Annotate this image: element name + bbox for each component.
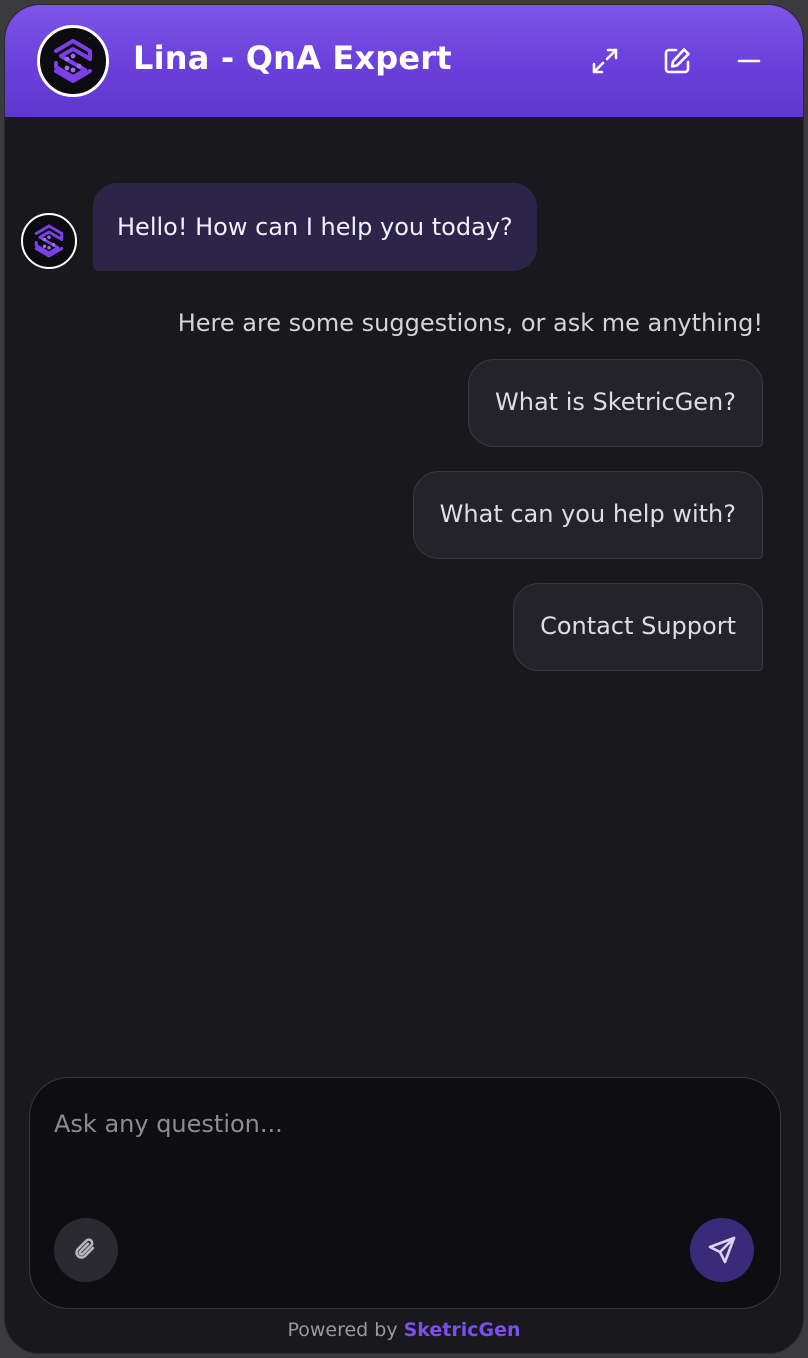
send-icon xyxy=(708,1236,736,1264)
message-input[interactable] xyxy=(54,1104,744,1144)
powered-by-label: Powered by xyxy=(287,1319,398,1341)
suggestion-what-is-sketricgen[interactable]: What is SketricGen? xyxy=(468,359,763,447)
edit-icon xyxy=(664,48,690,74)
powered-by-footer: Powered by SketricGen xyxy=(5,1319,803,1341)
paperclip-icon xyxy=(75,1238,95,1259)
chat-header: Lina - QnA Expert xyxy=(5,5,803,117)
minimize-icon xyxy=(737,59,761,63)
send-button[interactable] xyxy=(690,1218,754,1282)
chat-widget: Lina - QnA Expert Hello! How can I help … xyxy=(4,4,804,1354)
sketricgen-logo-icon xyxy=(34,224,64,258)
expand-button[interactable] xyxy=(585,41,625,81)
sketricgen-link[interactable]: SketricGen xyxy=(404,1319,521,1341)
sketricgen-logo-icon xyxy=(54,39,92,83)
attach-button[interactable] xyxy=(54,1218,118,1282)
agent-avatar xyxy=(37,25,109,97)
agent-title: Lina - QnA Expert xyxy=(133,39,452,77)
suggestions-intro: Here are some suggestions, or ask me any… xyxy=(177,309,763,337)
minimize-button[interactable] xyxy=(729,41,769,81)
suggestion-contact-support[interactable]: Contact Support xyxy=(513,583,763,671)
new-chat-button[interactable] xyxy=(657,41,697,81)
bot-message-bubble: Hello! How can I help you today? xyxy=(93,183,537,271)
suggestion-what-can-you-help-with[interactable]: What can you help with? xyxy=(412,471,763,559)
bot-avatar xyxy=(21,213,77,269)
message-composer xyxy=(29,1077,781,1309)
expand-icon xyxy=(592,48,618,74)
